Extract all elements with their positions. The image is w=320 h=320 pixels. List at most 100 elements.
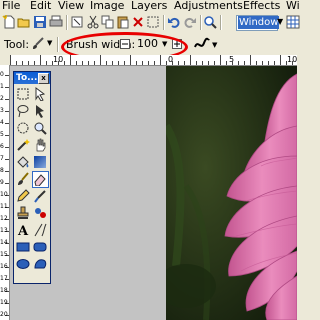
ruler-tick — [208, 61, 209, 65]
ruler-tick — [5, 111, 9, 112]
gradient-icon[interactable] — [33, 155, 47, 169]
text-tool-icon[interactable]: A — [16, 223, 30, 237]
ruler-tick — [106, 61, 107, 65]
ruler-tick — [136, 61, 137, 65]
rounded-rectangle-icon[interactable] — [33, 240, 47, 254]
ruler-tick — [5, 183, 9, 184]
tools-panel-title: To... — [16, 73, 38, 83]
save-icon[interactable] — [33, 15, 47, 29]
lasso-select-icon[interactable] — [16, 104, 30, 118]
rectangle-shape-icon[interactable] — [16, 240, 30, 254]
ruler-tick — [5, 75, 9, 76]
menu-window[interactable]: Wi — [286, 0, 300, 12]
ruler-corner — [0, 55, 10, 65]
undo-icon[interactable] — [167, 15, 181, 29]
ruler-tick — [196, 61, 197, 65]
ruler-label: 11 — [0, 203, 8, 210]
ruler-label: 13 — [0, 227, 8, 234]
window-dropdown-icon[interactable]: ▼ — [277, 16, 285, 28]
tools-panel[interactable]: To... x A — [13, 71, 51, 284]
redo-icon[interactable] — [183, 15, 197, 29]
menu-layers[interactable]: Layers — [131, 0, 167, 12]
ruler-label: 0 — [0, 71, 4, 78]
window-select[interactable]: Window — [236, 15, 280, 31]
paint-bucket-icon[interactable] — [16, 155, 30, 169]
ellipse-select-icon[interactable] — [16, 121, 30, 135]
deselect-icon[interactable] — [146, 15, 160, 29]
copy-icon[interactable] — [101, 15, 115, 29]
ruler-label: 2 — [0, 95, 4, 102]
ruler-tick — [184, 61, 185, 65]
ruler-tick — [178, 61, 179, 65]
menu-file[interactable]: File — [2, 0, 20, 12]
clear-icon[interactable] — [131, 15, 145, 29]
rectangle-select-icon[interactable] — [16, 87, 30, 101]
ruler-tick — [274, 61, 275, 65]
grid-icon[interactable] — [286, 15, 300, 29]
ruler-label: 9 — [0, 179, 4, 186]
crop-icon[interactable] — [70, 15, 84, 29]
ruler-tick — [34, 61, 35, 65]
antialias-dropdown-icon[interactable]: ▼ — [212, 41, 217, 49]
eraser-tool-selected[interactable] — [32, 171, 49, 188]
line-curve-icon[interactable] — [33, 223, 47, 237]
ruler-tick — [148, 61, 149, 65]
ruler-tick — [226, 61, 227, 65]
pencil-icon[interactable] — [16, 189, 30, 203]
ruler-label: 20 — [0, 311, 8, 318]
menu-edit[interactable]: Edit — [30, 0, 51, 12]
move-selection-icon[interactable] — [33, 87, 47, 101]
ruler-label: 12 — [0, 215, 8, 222]
ruler-label: 4 — [0, 119, 4, 126]
ruler-tick — [5, 87, 9, 88]
ruler-label: 10 — [0, 191, 8, 198]
tool-dropdown-icon[interactable]: ▼ — [47, 39, 52, 47]
ruler-tick — [280, 55, 281, 65]
cut-icon[interactable] — [86, 15, 100, 29]
pan-hand-icon[interactable] — [33, 138, 47, 152]
zoom-tool-icon[interactable] — [33, 121, 47, 135]
recolor-icon[interactable] — [33, 206, 47, 220]
ruler-tick — [166, 61, 167, 65]
ruler-tick — [256, 61, 257, 65]
tool-label: Tool: — [4, 38, 30, 51]
ruler-tick — [250, 55, 251, 65]
color-picker-icon[interactable] — [33, 189, 47, 203]
menu-bar: File Edit View Image Layers Adjustments … — [0, 0, 300, 12]
paste-icon[interactable] — [116, 15, 130, 29]
ruler-tick — [112, 61, 113, 65]
ruler-label: 1 — [0, 83, 4, 90]
magic-wand-icon[interactable] — [16, 138, 30, 152]
print-icon[interactable] — [49, 15, 63, 29]
ruler-top: 10 0 5 10 — [10, 55, 297, 66]
ruler-tick — [220, 55, 221, 65]
ruler-tick — [28, 61, 29, 65]
ruler-label: 17 — [0, 275, 8, 282]
zoom-icon[interactable] — [203, 15, 217, 29]
brush-tool-icon[interactable] — [31, 37, 45, 51]
tools-panel-title-bar[interactable]: To... x — [14, 72, 50, 84]
freeform-shape-icon[interactable] — [33, 257, 47, 271]
ruler-tick — [118, 61, 119, 65]
photo-canvas[interactable] — [166, 66, 297, 320]
ruler-tick — [10, 55, 11, 65]
paintbrush-icon[interactable] — [16, 172, 30, 186]
tools-panel-close-button[interactable]: x — [38, 73, 49, 84]
antialias-icon[interactable] — [194, 37, 210, 51]
ellipse-shape-icon[interactable] — [16, 257, 30, 271]
ruler-tick — [58, 61, 59, 65]
new-file-icon[interactable] — [2, 15, 16, 29]
clone-stamp-icon[interactable] — [16, 206, 30, 220]
move-pixels-icon[interactable] — [33, 104, 47, 118]
menu-image[interactable]: Image — [90, 0, 124, 12]
ruler-label: 8 — [0, 167, 4, 174]
menu-view[interactable]: View — [58, 0, 84, 12]
ruler-tick — [130, 55, 131, 65]
menu-adjustments[interactable]: Adjustments — [174, 0, 243, 12]
open-file-icon[interactable] — [17, 15, 31, 29]
ruler-tick — [172, 61, 173, 65]
ruler-tick — [100, 55, 101, 65]
ruler-tick — [286, 61, 287, 65]
ruler-tick — [160, 55, 161, 65]
menu-effects[interactable]: Effects — [243, 0, 280, 12]
